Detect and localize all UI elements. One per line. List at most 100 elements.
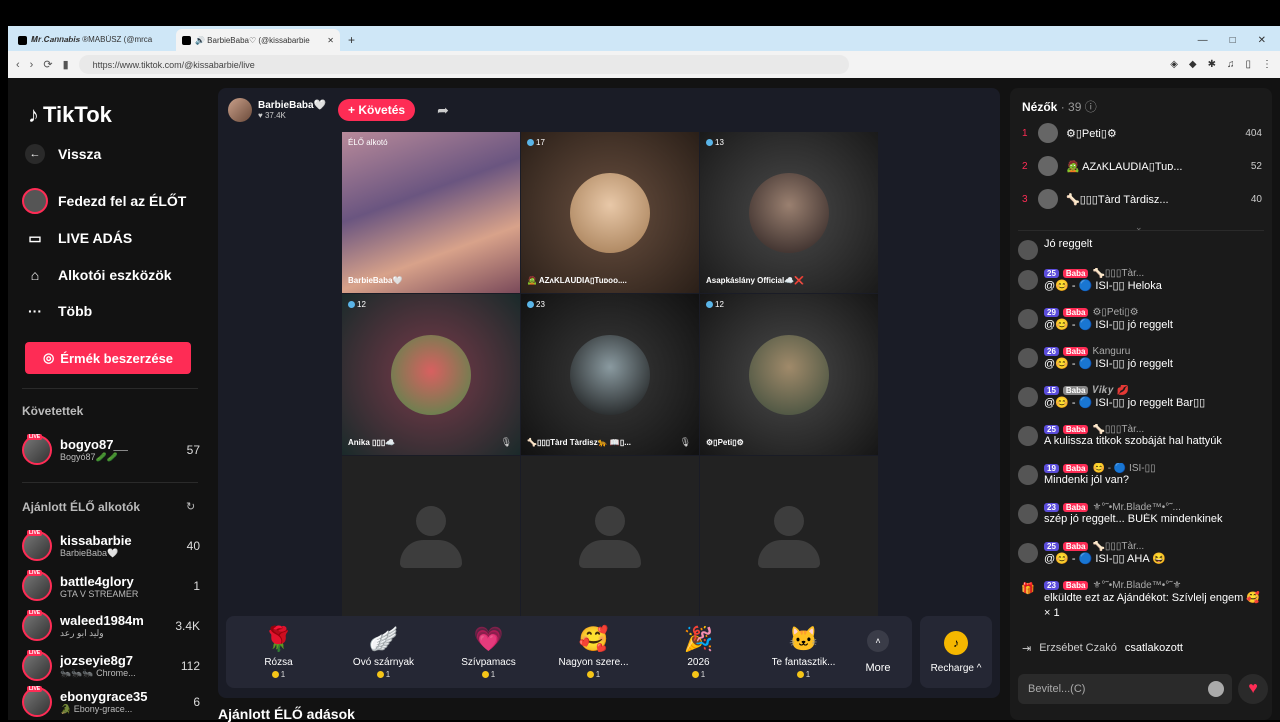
get-coins-button[interactable]: ◎ Érmék beszerzése (25, 342, 191, 374)
username[interactable]: 🦴▯▯▯Tàr... (1092, 268, 1144, 279)
gift-item[interactable]: 🥰 Nagyon szere... 1 (541, 625, 646, 679)
bookmark-icon[interactable]: ▮ (63, 58, 69, 71)
user-avatar (1018, 504, 1038, 524)
avatar: LIVE (22, 530, 52, 561)
tiktok-logo[interactable]: ♪ TikTok (28, 102, 112, 128)
live-badge: LIVE (27, 434, 43, 440)
close-tab-icon[interactable]: ✕ (327, 36, 334, 45)
tab-mrcannabis[interactable]: 𝑴𝒓.𝑪𝒂𝒏𝒏𝒂𝒃𝒊𝒔 ®MABÚSZ (@mrca (12, 29, 176, 51)
gift-item[interactable]: 💗 Szívpamacs 1 (436, 625, 541, 679)
forward-icon[interactable]: › (30, 59, 34, 71)
arrow-left-icon: ← (25, 144, 45, 164)
username[interactable]: Kanguru (1092, 346, 1130, 357)
guest-cell[interactable]: 23 🦴▯▯▯Tàrd Tàrdisz🐆 📖▯... 🎙 (521, 294, 699, 455)
username[interactable]: ⚙▯Peti▯⚙ (1092, 307, 1138, 318)
recharge-button[interactable]: ♪ Recharge ^ (920, 616, 992, 688)
level-badge: 19 (1044, 464, 1059, 473)
username[interactable]: ⚜°˜•Mr.Blade™•°˜⚜ (1092, 580, 1181, 591)
gift-price: 1 (376, 670, 390, 679)
back-link[interactable]: ← Vissza (22, 144, 101, 164)
recommended-account[interactable]: LIVE kissabarbie BarbieBaba🤍 40 (22, 529, 200, 563)
info-icon[interactable]: ⓘ (1085, 100, 1097, 114)
recommended-account[interactable]: LIVE ebonygrace35 🐊 Ebony-grace... 6 (22, 685, 200, 719)
level-badge: 25 (1044, 542, 1059, 551)
coin-icon (796, 671, 804, 678)
back-label: Vissza (58, 146, 102, 162)
top-viewer[interactable]: 1 ⚙▯Peti▯⚙ 404 (1022, 122, 1262, 144)
chevron-down-icon[interactable]: ⌄ (1135, 222, 1143, 233)
empty-seat[interactable] (521, 456, 699, 618)
empty-seat[interactable] (700, 456, 878, 618)
reload-icon[interactable]: ⟳ (43, 58, 52, 71)
viewer-score: 404 (1245, 127, 1262, 139)
gift-item[interactable]: 🐱 Te fantasztik... 1 (751, 625, 856, 679)
gift-item[interactable]: 🌹 Rózsa 1 (226, 625, 331, 679)
host-name[interactable]: BarbieBaba🤍 (258, 100, 326, 111)
gift-name: Rózsa (264, 657, 293, 668)
guest-cell[interactable]: 12 Anika ▯▯▯☁️ 🎙 (342, 294, 520, 455)
viewer-rank: 2 (1022, 160, 1028, 172)
more-gifts-button[interactable]: ˄ More (856, 630, 900, 674)
guest-cell[interactable]: 17 🧟 AZʌKLAUDIA▯Tuᴅᴏᴏ.... (521, 132, 699, 293)
guest-cell[interactable]: ÉLŐ alkotó BarbieBaba🤍 (342, 132, 520, 293)
recommended-account[interactable]: LIVE battle4glory GTA V STREAMER 1 (22, 569, 200, 603)
nav-more[interactable]: ··· Több (22, 298, 92, 324)
empty-seat[interactable] (342, 456, 520, 618)
guest-cell[interactable]: 13 Asapkáslány Official☁️❌ (700, 132, 878, 293)
viewers-title: Nézők (1022, 100, 1058, 114)
new-tab-button[interactable]: + (340, 29, 363, 51)
recommended-account[interactable]: LIVE jozseyie8g7 🐜🐜🐜 Chrome... 112 (22, 649, 200, 683)
viewer-count: 1 (193, 579, 200, 593)
following-account[interactable]: LIVE bogyo87__ Bogyó87🥒🥒 57 (22, 433, 200, 467)
username[interactable]: ⚜°˜•Mr.Blade™•°˜... (1092, 502, 1180, 513)
username[interactable]: 😊 - 🔵 ISI-▯▯ (1092, 463, 1155, 474)
host-avatar[interactable] (228, 98, 252, 122)
gift-name: Te fantasztik... (771, 657, 836, 668)
nav-explore-live[interactable]: Fedezd fel az ÉLŐT (22, 188, 186, 214)
gift-icon: 🐱 (788, 626, 819, 653)
top-viewer[interactable]: 2 🧟 AZʌKLAUDIA▯Tuᴅ... 52 (1022, 155, 1262, 177)
gift-item[interactable]: 🪽 Óvó szárnyak 1 (331, 625, 436, 679)
extension-icon[interactable]: ◆ (1189, 59, 1197, 70)
top-viewer[interactable]: 3 🦴▯▯▯Tàrd Tàrdisz... 40 (1022, 188, 1262, 210)
heart-icon[interactable]: ♥ (1238, 674, 1268, 704)
tab-kissabarbie[interactable]: 🔊 BarbieBaba♡ (@kissabarbie ✕ (176, 29, 340, 51)
close-window-icon[interactable]: ✕ (1258, 35, 1266, 46)
guest-avatar (391, 334, 471, 415)
guest-cell[interactable]: 12 ⚙▯Peti▯⚙ (700, 294, 878, 455)
username[interactable]: 🦴▯▯▯Tàr... (1092, 541, 1144, 552)
back-icon[interactable]: ‹ (16, 59, 20, 71)
maximize-icon[interactable]: □ (1230, 35, 1236, 46)
chat-panel: Nézők · 39 ⓘ 1 ⚙▯Peti▯⚙ 404 2 🧟 AZʌKLAUD… (1010, 88, 1272, 720)
chat-input[interactable]: Bevitel...(C) (1018, 674, 1232, 704)
share-icon[interactable]: ➦ (437, 102, 449, 119)
joined-user[interactable]: Erzsébet Czakó (1039, 642, 1117, 655)
menu-icon[interactable]: ⋮ (1262, 59, 1272, 70)
account-name: bogyo87__ (60, 437, 128, 452)
viewer-avatar (1038, 156, 1058, 176)
gift-item[interactable]: 🎉 2026 1 (646, 625, 751, 679)
viewers-header: Nézők · 39 ⓘ (1022, 98, 1097, 115)
guest-name: Asapkáslány Official☁️❌ (706, 276, 805, 285)
host-header: BarbieBaba🤍 ♥ 37.4K + Követés ➦ (228, 98, 449, 122)
person-placeholder-icon (400, 540, 462, 568)
chat-message: 15 Baba 𝑽𝒊𝒌𝒚 💋 @😊 - 🔵 ISI-▯▯ jo reggelt Ba… (1018, 385, 1268, 409)
emoji-icon[interactable] (1208, 681, 1224, 697)
shield-icon[interactable]: ◈ (1170, 59, 1178, 70)
follow-button[interactable]: + Követés (338, 99, 416, 121)
level-badge: 23 (1044, 581, 1059, 590)
recommended-account[interactable]: LIVE waleed1984m وليد ابو رعد 3.4K (22, 609, 200, 643)
nav-creator-tools[interactable]: ⌂ Alkotói eszközök (22, 262, 172, 288)
url-field[interactable]: https://www.tiktok.com/@kissabarbie/live (78, 55, 849, 74)
get-coins-label: Érmék beszerzése (60, 350, 174, 366)
media-icon[interactable]: ♫ (1227, 59, 1235, 70)
puzzle-icon[interactable]: ✱ (1208, 59, 1216, 70)
address-bar-row: ‹ › ⟳ ▮ https://www.tiktok.com/@kissabar… (8, 51, 1280, 78)
nav-live-studio[interactable]: ▭ LIVE ADÁS (22, 225, 132, 251)
minimize-icon[interactable]: — (1198, 35, 1208, 46)
window-controls: — □ ✕ (1198, 29, 1280, 51)
username[interactable]: 🦴▯▯▯Tàr... (1092, 424, 1144, 435)
refresh-icon[interactable]: ↻ (186, 500, 195, 513)
sidebar-icon[interactable]: ▯ (1245, 59, 1251, 70)
username[interactable]: 𝑽𝒊𝒌𝒚 💋 (1092, 385, 1129, 396)
